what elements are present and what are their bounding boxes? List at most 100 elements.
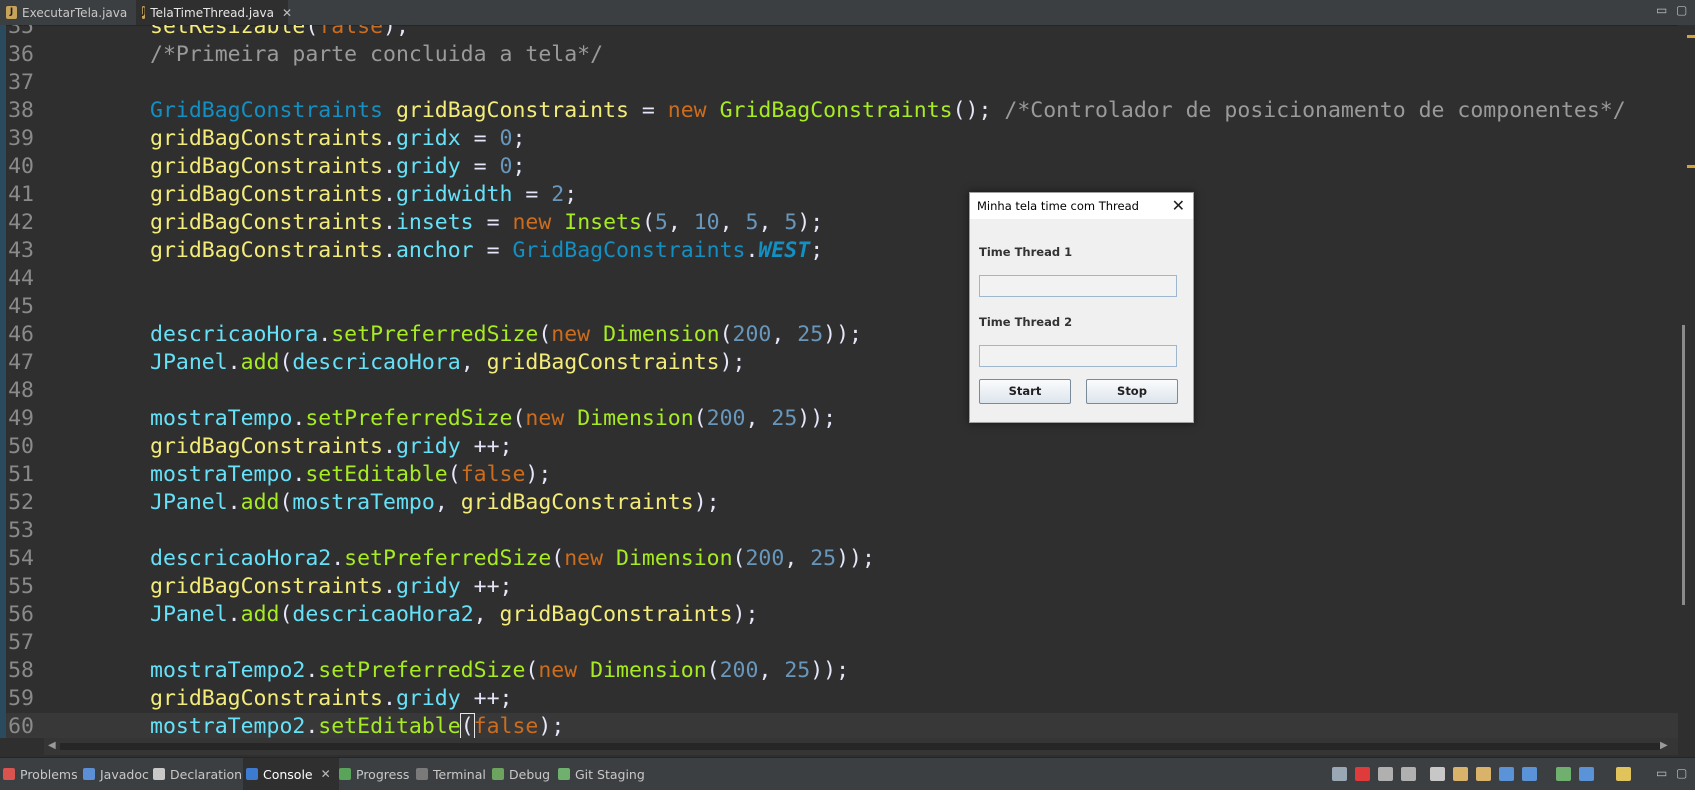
code-line[interactable]: 60 mostraTempo2.setEditable(false); xyxy=(0,713,1678,738)
view-tab-javadoc[interactable]: Javadoc xyxy=(80,758,153,790)
code-line[interactable]: 57 xyxy=(0,629,1678,657)
code-token: ; xyxy=(564,182,578,207)
code-token: ; xyxy=(810,238,824,263)
view-tab-progress[interactable]: Progress xyxy=(336,758,416,790)
code-text: JPanel.add(mostraTempo, gridBagConstrain… xyxy=(150,489,720,517)
code-line[interactable]: 51 mostraTempo.setEditable(false); xyxy=(0,461,1678,489)
line-number: 41 xyxy=(8,182,34,207)
code-line[interactable]: 38 GridBagConstraints gridBagConstraints … xyxy=(0,97,1678,125)
code-token: = xyxy=(460,126,500,151)
display-console-icon[interactable] xyxy=(1579,767,1594,781)
dialog-titlebar[interactable]: Minha tela time com Thread ✕ xyxy=(970,193,1193,219)
horizontal-scroll-thumb[interactable] xyxy=(60,743,1660,750)
declaration-icon xyxy=(153,768,165,780)
code-token: ( xyxy=(459,713,475,738)
overview-marker[interactable] xyxy=(1687,165,1695,168)
view-tab-console[interactable]: Console ✕ xyxy=(243,758,339,790)
remove-launch-icon[interactable] xyxy=(1378,767,1393,781)
code-line[interactable]: 48 xyxy=(0,377,1678,405)
close-icon[interactable]: ✕ xyxy=(282,6,292,20)
code-token: 5 xyxy=(784,210,798,235)
code-line[interactable]: 43 gridBagConstraints.anchor = GridBagCon… xyxy=(0,237,1678,265)
code-line[interactable]: 47 JPanel.add(descricaoHora, gridBagConst… xyxy=(0,349,1678,377)
code-line[interactable]: 49 mostraTempo.setPreferredSize(new Dimen… xyxy=(0,405,1678,433)
line-number: 45 xyxy=(8,294,34,319)
code-line[interactable]: 36 /*Primeira parte concluida a tela*/ xyxy=(0,41,1678,69)
view-tab-debug[interactable]: Debug xyxy=(489,758,558,790)
view-tab-problems[interactable]: Problems xyxy=(0,758,83,790)
code-text: descricaoHora.setPreferredSize(new Dimen… xyxy=(150,321,862,349)
code-editor[interactable]: 35 setResizable(false); 36/*Primeira parte… xyxy=(0,25,1678,738)
maximize-icon[interactable]: ▢ xyxy=(1676,766,1687,780)
code-token: ( xyxy=(279,602,293,627)
show-on-output-icon[interactable] xyxy=(1499,767,1514,781)
show-on-error-icon[interactable] xyxy=(1522,767,1537,781)
pin-console-icon[interactable] xyxy=(1556,767,1571,781)
start-button[interactable]: Start xyxy=(979,379,1071,404)
close-icon[interactable]: ✕ xyxy=(1172,196,1185,215)
code-token: . xyxy=(331,546,345,571)
time-thread-2-label: Time Thread 2 xyxy=(979,315,1073,329)
open-console-icon[interactable] xyxy=(1616,767,1631,781)
stop-button[interactable]: Stop xyxy=(1086,379,1178,404)
line-number: 42 xyxy=(8,210,34,235)
code-line[interactable]: 45 xyxy=(0,293,1678,321)
code-token: ( xyxy=(693,406,707,431)
code-line[interactable]: 50 gridBagConstraints.gridy ++; xyxy=(0,433,1678,461)
vertical-scrollbar[interactable] xyxy=(1678,25,1695,738)
minimize-icon[interactable]: ▭ xyxy=(1656,3,1667,17)
code-line[interactable]: 35 setResizable(false); xyxy=(0,25,1678,41)
minimize-icon[interactable]: ▭ xyxy=(1656,766,1667,780)
view-tab-label: Terminal xyxy=(433,766,486,782)
code-token: ++; xyxy=(460,686,513,711)
tab-executartela[interactable]: J ExecutarTela.java xyxy=(0,0,136,25)
time-thread-1-field[interactable] xyxy=(979,275,1177,297)
line-number: 37 xyxy=(8,70,34,95)
scroll-right-icon[interactable]: ▶ xyxy=(1660,740,1668,751)
code-token: , xyxy=(745,406,772,431)
scroll-left-icon[interactable]: ◀ xyxy=(48,740,56,751)
tab-telatimethread[interactable]: J TelaTimeThread.java ✕ xyxy=(136,0,292,25)
scroll-lock-icon[interactable] xyxy=(1453,767,1468,781)
view-tab-declaration[interactable]: Declaration xyxy=(150,758,246,790)
code-text: gridBagConstraints.gridy ++; xyxy=(150,685,512,713)
code-token: Dimension xyxy=(590,658,707,683)
code-text: mostraTempo.setEditable(false); xyxy=(150,461,551,489)
code-line[interactable]: 59 gridBagConstraints.gridy ++; xyxy=(0,685,1678,713)
code-token: ); xyxy=(693,490,720,515)
view-tab-terminal[interactable]: Terminal xyxy=(413,758,492,790)
code-line[interactable]: 41 gridBagConstraints.gridwidth = 2; xyxy=(0,181,1678,209)
time-thread-2-field[interactable] xyxy=(979,345,1177,367)
code-token: = xyxy=(512,182,552,207)
vertical-scroll-thumb[interactable] xyxy=(1682,325,1685,605)
code-line[interactable]: 46 descricaoHora.setPreferredSize(new Dim… xyxy=(0,321,1678,349)
code-line[interactable]: 37 xyxy=(0,69,1678,97)
terminate-icon[interactable] xyxy=(1355,767,1370,781)
code-line[interactable]: 52 JPanel.add(mostraTempo, gridBagConstra… xyxy=(0,489,1678,517)
overview-marker[interactable] xyxy=(1687,35,1695,38)
code-token: GridBagConstraints xyxy=(719,98,953,123)
code-line[interactable]: 58 mostraTempo2.setPreferredSize(new Dime… xyxy=(0,657,1678,685)
view-tab-git-staging[interactable]: Git Staging xyxy=(555,758,653,790)
code-token: 2 xyxy=(551,182,565,207)
code-token: gridBagConstraints xyxy=(150,574,383,599)
remove-all-icon[interactable] xyxy=(1401,767,1416,781)
code-token: 0 xyxy=(499,126,513,151)
code-text: gridBagConstraints.anchor = GridBagConst… xyxy=(150,237,823,265)
sync-icon[interactable] xyxy=(1332,767,1347,781)
code-token: setEditable xyxy=(305,462,448,487)
code-line[interactable]: 55 gridBagConstraints.gridy ++; xyxy=(0,573,1678,601)
close-icon[interactable]: ✕ xyxy=(321,767,331,781)
maximize-icon[interactable]: ▢ xyxy=(1676,3,1687,17)
code-line[interactable]: 53 xyxy=(0,517,1678,545)
code-line[interactable]: 42 gridBagConstraints.insets = new Insets… xyxy=(0,209,1678,237)
code-line[interactable]: 54 descricaoHora2.setPreferredSize(new Di… xyxy=(0,545,1678,573)
code-line[interactable]: 56 JPanel.add(descricaoHora2, gridBagCons… xyxy=(0,601,1678,629)
code-line[interactable]: 44 xyxy=(0,265,1678,293)
code-line[interactable]: 40 gridBagConstraints.gridy = 0; xyxy=(0,153,1678,181)
clear-console-icon[interactable] xyxy=(1430,767,1445,781)
code-line[interactable]: 39 gridBagConstraints.gridx = 0; xyxy=(0,125,1678,153)
code-token: ); xyxy=(383,25,409,39)
word-wrap-icon[interactable] xyxy=(1476,767,1491,781)
